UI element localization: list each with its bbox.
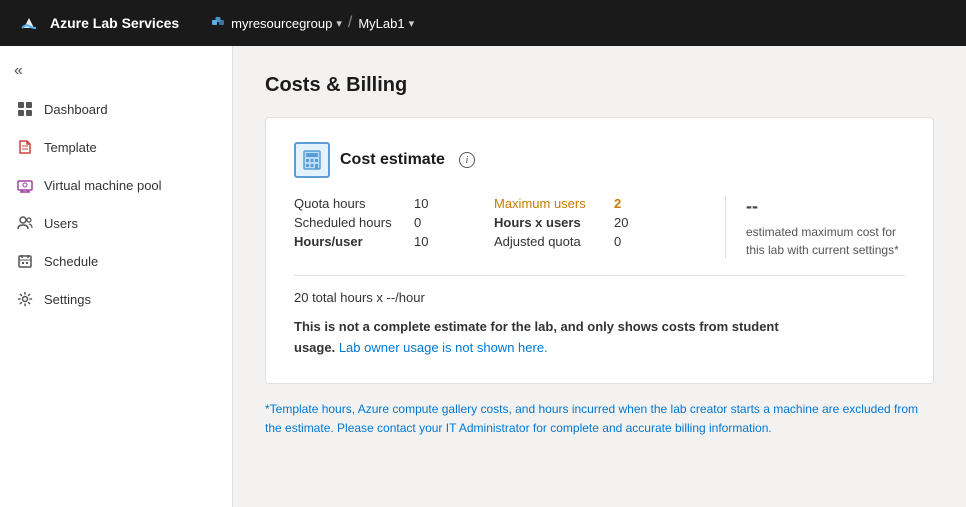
cost-metrics-left: Quota hours 10 Scheduled hours 0 Hours/u… <box>294 196 705 249</box>
sidebar-item-dashboard[interactable]: Dashboard <box>0 90 232 128</box>
sidebar-item-settings[interactable]: Settings <box>0 280 232 318</box>
sidebar-item-dashboard-label: Dashboard <box>44 102 108 117</box>
collapse-icon: « <box>14 62 23 79</box>
template-icon <box>16 138 34 156</box>
users-icon <box>16 214 34 232</box>
sidebar-item-vm-pool[interactable]: Virtual machine pool <box>0 166 232 204</box>
top-navigation: Azure Lab Services myresourcegroup ▾ / M… <box>0 0 966 46</box>
cost-card-header: Cost estimate i <box>294 142 905 178</box>
estimated-desc: estimated maximum cost for this lab with… <box>746 223 905 259</box>
sidebar-item-settings-label: Settings <box>44 292 91 307</box>
cost-divider <box>294 275 905 276</box>
sidebar: « Dashboard <box>0 46 233 507</box>
schedule-icon <box>16 252 34 270</box>
breadcrumb-separator: / <box>348 14 352 32</box>
adjusted-quota-value: 0 <box>614 234 654 249</box>
cost-dashes: -- <box>746 196 905 217</box>
scheduled-hours-label: Scheduled hours <box>294 215 414 230</box>
calculator-icon <box>301 149 323 171</box>
total-hours-text: 20 total hours x --/hour <box>294 290 905 305</box>
vm-pool-icon <box>16 176 34 194</box>
breadcrumb: myresourcegroup ▾ / MyLab1 ▾ <box>211 14 414 32</box>
sidebar-item-schedule-label: Schedule <box>44 254 98 269</box>
info-icon[interactable]: i <box>459 152 475 168</box>
lab-breadcrumb[interactable]: MyLab1 ▾ <box>358 16 414 31</box>
main-layout: « Dashboard <box>0 46 966 507</box>
cost-estimate-card: Cost estimate i Quota hours 10 Scheduled… <box>265 117 934 384</box>
cost-right-metrics: Maximum users 2 Hours x users 20 Adjuste… <box>494 196 654 249</box>
cost-summary-right: -- estimated maximum cost for this lab w… <box>725 196 905 259</box>
note-link[interactable]: Lab owner usage is not shown here. <box>339 340 548 355</box>
sidebar-item-template[interactable]: Template <box>0 128 232 166</box>
cost-estimate-title: Cost estimate <box>340 151 445 169</box>
sidebar-item-users[interactable]: Users <box>0 204 232 242</box>
adjusted-quota-label: Adjusted quota <box>494 234 614 249</box>
azure-logo-icon <box>16 10 42 36</box>
resource-group-chevron-icon: ▾ <box>336 17 342 30</box>
maximum-users-label: Maximum users <box>494 196 614 211</box>
quota-hours-value: 10 <box>414 196 454 211</box>
hours-x-users-value: 20 <box>614 215 654 230</box>
lab-chevron-icon: ▾ <box>409 17 415 30</box>
sidebar-item-vm-pool-label: Virtual machine pool <box>44 178 162 193</box>
sidebar-collapse-button[interactable]: « <box>0 52 232 90</box>
hours-per-user-value: 10 <box>414 234 454 249</box>
resource-group-label: myresourcegroup <box>231 16 332 31</box>
hours-per-user-label: Hours/user <box>294 234 414 249</box>
resource-group-breadcrumb[interactable]: myresourcegroup ▾ <box>211 16 342 31</box>
main-content: Costs & Billing Cost estimat <box>233 46 966 507</box>
cost-estimate-icon <box>294 142 330 178</box>
cost-left-metrics: Quota hours 10 Scheduled hours 0 Hours/u… <box>294 196 454 249</box>
resource-group-icon <box>211 16 225 30</box>
sidebar-item-schedule[interactable]: Schedule <box>0 242 232 280</box>
app-logo: Azure Lab Services <box>16 10 179 36</box>
maximum-users-value: 2 <box>614 196 654 211</box>
dashboard-icon <box>16 100 34 118</box>
footer-note: *Template hours, Azure compute gallery c… <box>265 400 934 438</box>
sidebar-item-users-label: Users <box>44 216 78 231</box>
hours-x-users-label: Hours x users <box>494 215 614 230</box>
app-name: Azure Lab Services <box>50 15 179 31</box>
scheduled-hours-value: 0 <box>414 215 454 230</box>
lab-label: MyLab1 <box>358 16 404 31</box>
quota-hours-label: Quota hours <box>294 196 414 211</box>
note-text: This is not a complete estimate for the … <box>294 317 794 359</box>
settings-icon <box>16 290 34 308</box>
sidebar-item-template-label: Template <box>44 140 97 155</box>
page-title: Costs & Billing <box>265 74 934 97</box>
